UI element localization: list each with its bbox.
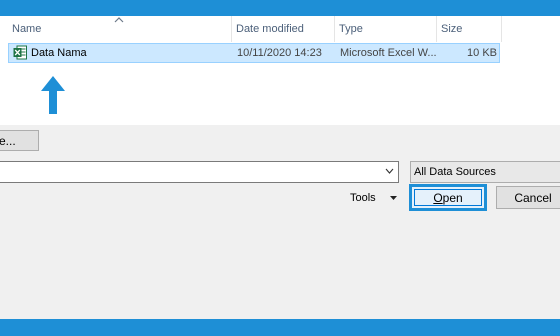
tools-menu[interactable]: Tools — [350, 187, 376, 209]
column-separator[interactable] — [501, 16, 502, 42]
cancel-button[interactable]: Cancel — [496, 186, 560, 209]
window-frame-top — [0, 0, 560, 16]
truncated-button[interactable]: e... — [0, 130, 39, 151]
caret-down-icon[interactable] — [390, 196, 397, 200]
file-type-filter[interactable]: All Data Sources — [410, 161, 560, 183]
column-header-label: Name — [12, 23, 42, 35]
file-size: 10 KB — [467, 47, 497, 59]
file-type: Microsoft Excel W... — [340, 47, 436, 59]
file-row-selected[interactable]: Data Nama 10/11/2020 14:23 Microsoft Exc… — [8, 43, 500, 63]
open-button-label: Open — [414, 189, 482, 206]
column-header-label: Size — [441, 23, 463, 35]
file-name: Data Nama — [31, 47, 87, 59]
dialog-footer — [0, 125, 560, 319]
file-type-filter-value: All Data Sources — [414, 166, 496, 178]
column-header-label: Type — [339, 23, 363, 35]
tools-label: Tools — [350, 192, 376, 204]
open-button[interactable]: Open — [409, 184, 487, 211]
column-header-size[interactable]: Size — [437, 16, 501, 42]
file-date-modified: 10/11/2020 14:23 — [237, 47, 322, 59]
column-header-type[interactable]: Type — [335, 16, 435, 42]
file-name-input[interactable] — [0, 161, 399, 183]
column-header-date-modified[interactable]: Date modified — [232, 16, 334, 42]
window-frame-bottom — [0, 319, 560, 336]
chevron-down-icon[interactable] — [385, 168, 394, 174]
excel-file-icon — [13, 45, 27, 60]
column-header-label: Date modified — [236, 23, 304, 35]
up-arrow-icon — [41, 76, 65, 114]
sort-ascending-icon — [114, 17, 124, 23]
